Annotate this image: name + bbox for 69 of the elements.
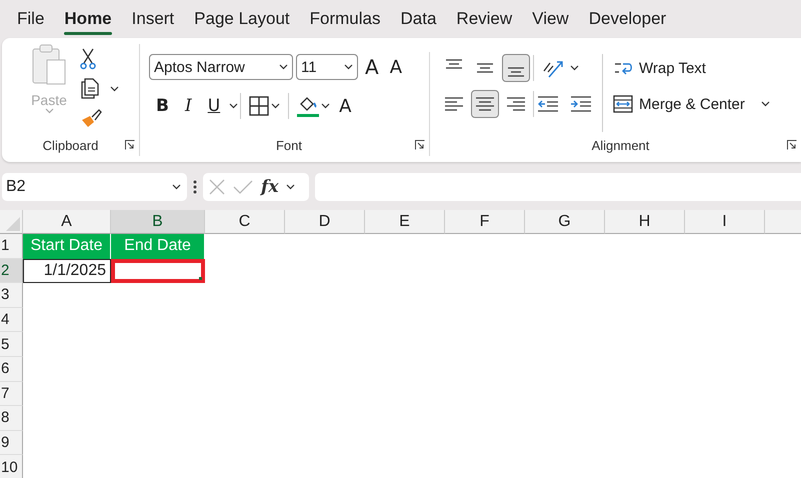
align-bottom-button[interactable] (502, 54, 530, 82)
align-lines-icon (476, 97, 494, 111)
decrease-font-size-button[interactable]: A (386, 56, 406, 78)
underline-button[interactable]: U (200, 96, 228, 116)
align-lines-icon (507, 97, 525, 111)
scissors-icon[interactable] (80, 48, 96, 70)
menu-tab[interactable]: View (522, 0, 579, 38)
italic-button[interactable]: I (178, 96, 199, 116)
font-color-button[interactable]: A (332, 96, 358, 116)
name-box[interactable]: B2 (2, 173, 187, 201)
row-header[interactable]: 7 (0, 382, 23, 406)
menu-tab[interactable]: Page Layout (184, 0, 300, 38)
caret-icon[interactable] (344, 64, 353, 70)
align-lines-icon (508, 67, 524, 77)
row-header[interactable]: 8 (0, 406, 23, 431)
wrap-text-button[interactable]: Wrap Text (613, 58, 706, 78)
insert-function-button[interactable]: fx (261, 177, 278, 197)
merge-cells-icon (613, 95, 633, 113)
decrease-indent-icon[interactable] (537, 95, 559, 113)
caret-icon[interactable] (172, 184, 181, 190)
dialog-launcher-icon[interactable] (787, 140, 797, 150)
more-options-icon[interactable] (193, 180, 197, 194)
row-header[interactable]: 9 (0, 430, 23, 456)
align-lines-icon (445, 97, 463, 111)
row-header[interactable]: 1 (0, 234, 23, 259)
font-size-dropdown[interactable]: 11 (296, 54, 358, 80)
row-header[interactable]: 10 (0, 455, 23, 478)
menu-tab[interactable]: Review (446, 0, 522, 38)
group-label: Clipboard (42, 138, 98, 155)
row-header[interactable]: 3 (0, 283, 23, 308)
caret-icon[interactable] (279, 64, 288, 70)
menu-tab[interactable]: File (7, 0, 54, 38)
caret-icon[interactable] (760, 101, 770, 107)
caret-icon[interactable] (321, 103, 330, 109)
dialog-launcher-icon[interactable] (125, 140, 135, 150)
column-title-cell: Start Date (23, 234, 111, 259)
row-header[interactable]: 6 (0, 356, 23, 382)
copy-icon[interactable] (80, 78, 100, 100)
align-lines-icon (446, 59, 462, 69)
group-label: Font (276, 138, 302, 155)
caret-icon[interactable] (271, 103, 280, 109)
merge-center-button[interactable]: Merge & Center (613, 95, 745, 113)
row-header[interactable]: 2 (0, 258, 23, 284)
row-header[interactable]: 5 (0, 332, 23, 357)
group-label: Alignment (592, 138, 650, 155)
align-center-button[interactable] (471, 90, 499, 118)
caret-icon[interactable] (110, 86, 119, 92)
checkmark-icon[interactable] (233, 179, 253, 195)
borders-icon[interactable] (249, 96, 270, 116)
paintbrush-icon[interactable] (80, 108, 102, 128)
align-lines-icon (477, 63, 493, 73)
increase-indent-icon[interactable] (570, 95, 592, 113)
menu-tab[interactable]: Home (54, 0, 122, 38)
increase-font-size-button[interactable]: A (361, 55, 383, 79)
menu-tab[interactable]: Developer (578, 0, 676, 38)
caret-icon[interactable] (570, 65, 579, 71)
column-header[interactable]: B (111, 210, 205, 234)
table-cell: 1/1/2025 (23, 258, 111, 284)
caret-icon[interactable] (286, 184, 296, 190)
clipboard-icon (31, 44, 67, 86)
font-name-dropdown[interactable]: Aptos Narrow (149, 54, 293, 80)
bold-button[interactable]: B (149, 96, 176, 116)
menu-tab[interactable]: Formulas (300, 0, 390, 38)
column-title-cell: End Date (111, 234, 205, 259)
menu-tab[interactable]: Insert (122, 0, 184, 38)
row-header[interactable]: 4 (0, 308, 23, 332)
menu-tab[interactable]: Data (390, 0, 446, 38)
caret-icon[interactable] (229, 103, 238, 109)
dialog-launcher-icon[interactable] (415, 140, 425, 150)
